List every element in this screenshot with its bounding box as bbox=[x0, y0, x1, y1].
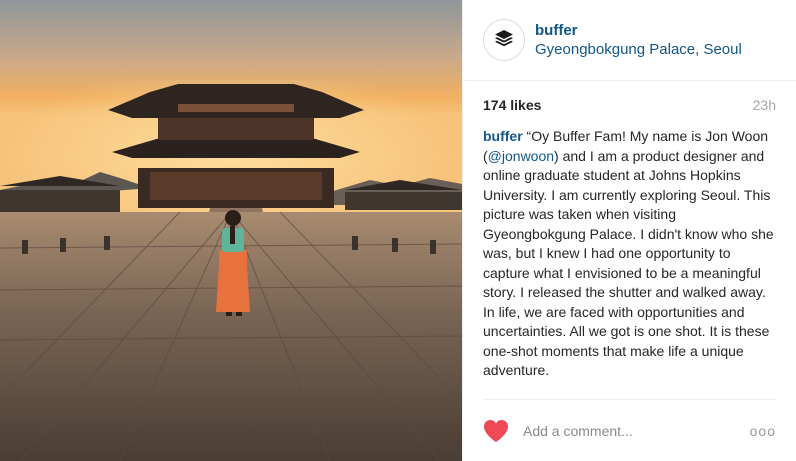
more-options-icon[interactable]: ooo bbox=[750, 423, 776, 439]
post-footer: ooo bbox=[483, 399, 776, 461]
buffer-logo-icon bbox=[494, 28, 514, 53]
post-photo[interactable] bbox=[0, 0, 462, 461]
post-time[interactable]: 23h bbox=[753, 97, 776, 113]
heart-icon[interactable] bbox=[483, 419, 509, 443]
header-text: buffer Gyeongbokgung Palace, Seoul bbox=[535, 22, 742, 59]
post-caption: buffer “Oy Buffer Fam! My name is Jon Wo… bbox=[483, 127, 776, 399]
post-header: buffer Gyeongbokgung Palace, Seoul bbox=[463, 0, 796, 81]
username-link[interactable]: buffer bbox=[535, 22, 742, 40]
location-link[interactable]: Gyeongbokgung Palace, Seoul bbox=[535, 41, 742, 59]
palace-photo-image bbox=[0, 0, 462, 461]
caption-text-after: ) and I am a product designer and online… bbox=[483, 147, 774, 301]
mention-link[interactable]: @jonwoon bbox=[488, 148, 554, 164]
likes-count[interactable]: 174 likes bbox=[483, 97, 541, 113]
instagram-post: buffer Gyeongbokgung Palace, Seoul 174 l… bbox=[0, 0, 796, 461]
post-sidebar: buffer Gyeongbokgung Palace, Seoul 174 l… bbox=[462, 0, 796, 461]
caption-paragraph-2: In life, we are faced with opportunities… bbox=[483, 303, 770, 379]
post-meta: 174 likes 23h bbox=[483, 81, 776, 117]
caption-username-link[interactable]: buffer bbox=[483, 128, 523, 144]
comment-input[interactable] bbox=[523, 422, 750, 439]
avatar[interactable] bbox=[483, 19, 525, 61]
caption-paragraph-1: buffer “Oy Buffer Fam! My name is Jon Wo… bbox=[483, 127, 776, 303]
